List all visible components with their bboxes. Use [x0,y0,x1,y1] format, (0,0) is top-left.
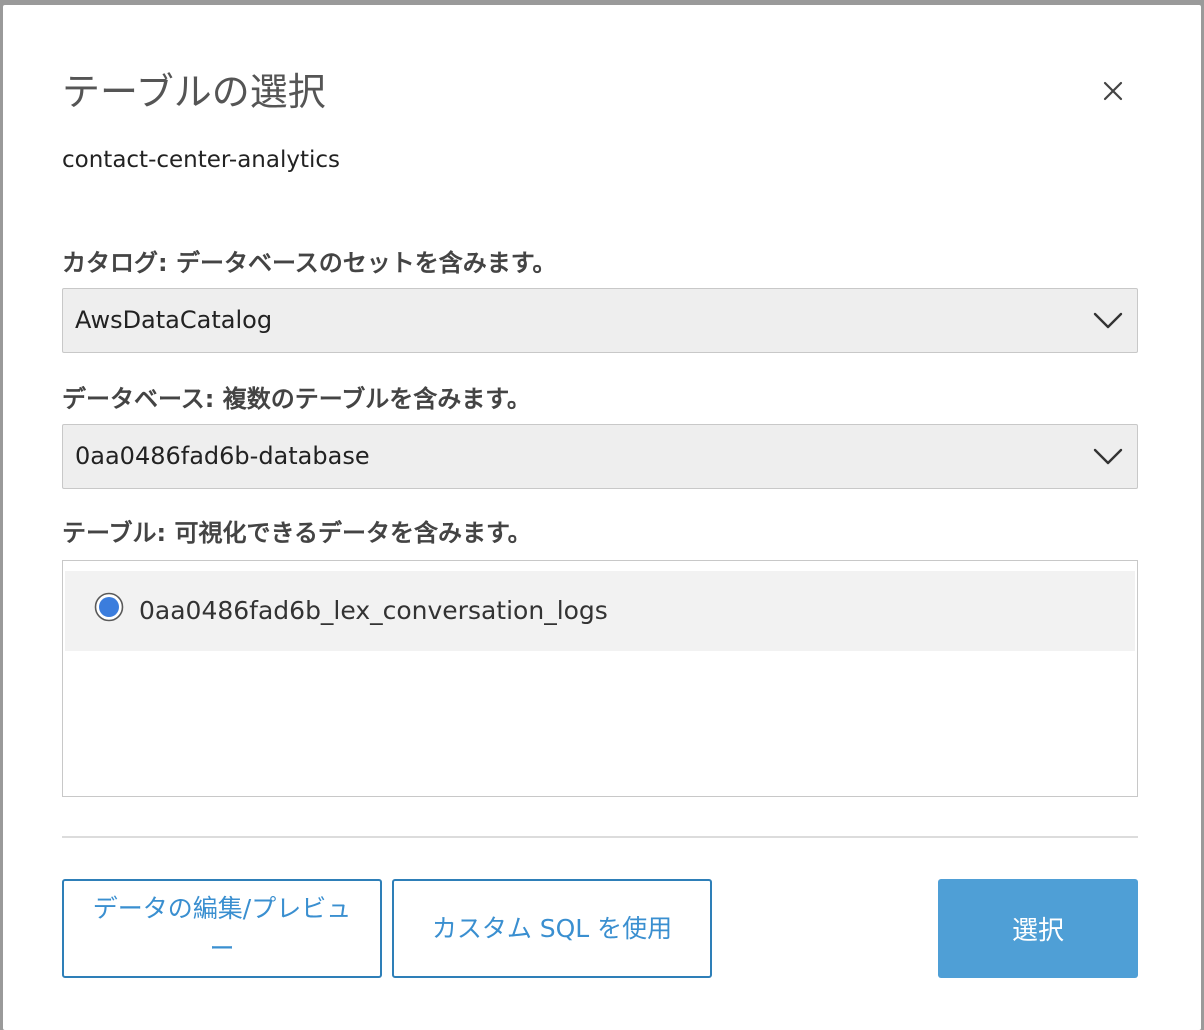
table-label: テーブル: 可視化できるデータを含みます。 [62,519,532,547]
footer-divider [62,836,1138,838]
table-row[interactable]: 0aa0486fad6b_lex_conversation_logs [65,571,1135,651]
use-custom-sql-button-label: カスタム SQL を使用 [431,913,673,943]
database-select-value: 0aa0486fad6b-database [75,442,370,470]
database-label: データベース: 複数のテーブルを含みます。 [62,385,531,413]
close-button[interactable] [1099,77,1127,105]
edit-preview-data-button-label: データの編集/プレビュー [92,893,352,963]
chevron-down-icon [1093,312,1123,329]
catalog-select[interactable]: AwsDataCatalog [62,288,1138,353]
select-button-label: 選択 [1011,916,1064,946]
data-source-name: contact-center-analytics [62,147,340,173]
database-select[interactable]: 0aa0486fad6b-database [62,424,1138,489]
use-custom-sql-button[interactable]: カスタム SQL を使用 [392,879,712,978]
select-button[interactable]: 選択 [938,879,1138,978]
catalog-select-value: AwsDataCatalog [75,306,273,334]
close-icon [1103,81,1123,101]
catalog-label: カタログ: データベースのセットを含みます。 [62,249,557,277]
edit-preview-data-button[interactable]: データの編集/プレビュー [62,879,382,978]
chevron-down-icon [1093,448,1123,465]
radio-selected-icon[interactable] [94,592,124,622]
dialog-title: テーブルの選択 [62,70,326,114]
table-list: 0aa0486fad6b_lex_conversation_logs [62,560,1138,797]
table-name: 0aa0486fad6b_lex_conversation_logs [139,596,608,625]
select-table-dialog: テーブルの選択 contact-center-analytics カタログ: デ… [3,5,1201,1030]
